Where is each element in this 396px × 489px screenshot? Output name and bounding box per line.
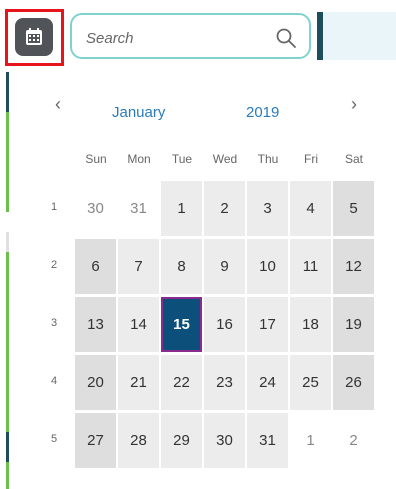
- prev-month-button[interactable]: ‹: [48, 94, 68, 124]
- weekday-header: Wed: [212, 152, 238, 166]
- week-number: 2: [50, 259, 58, 271]
- week-number: 1: [50, 201, 58, 213]
- strip-segment: [6, 212, 9, 232]
- calendar-day[interactable]: 31: [247, 413, 288, 468]
- left-color-strip: [0, 0, 10, 489]
- weekday-header: Fri: [304, 152, 318, 166]
- calendar-day[interactable]: 28: [118, 413, 159, 468]
- calendar-day[interactable]: 30: [204, 413, 245, 468]
- calendar-day-selected[interactable]: 15: [161, 297, 202, 352]
- calendar-day[interactable]: 14: [118, 297, 159, 352]
- strip-segment: [6, 72, 9, 112]
- calendar-day[interactable]: 2: [333, 413, 374, 468]
- calendar-day[interactable]: 10: [247, 239, 288, 294]
- calendar-day[interactable]: 2: [204, 181, 245, 236]
- calendar-day[interactable]: 27: [75, 413, 116, 468]
- calendar-button-highlight: [5, 9, 64, 66]
- month-selector[interactable]: January: [112, 104, 165, 134]
- calendar-day[interactable]: 24: [247, 355, 288, 410]
- calendar-day[interactable]: 3: [247, 181, 288, 236]
- calendar-day[interactable]: 29: [161, 413, 202, 468]
- calendar-day[interactable]: 1: [161, 181, 202, 236]
- strip-segment: [6, 432, 9, 462]
- calendar-day[interactable]: 12: [333, 239, 374, 294]
- week-number: 5: [50, 433, 58, 445]
- calendar-day[interactable]: 9: [204, 239, 245, 294]
- calendar-day[interactable]: 8: [161, 239, 202, 294]
- calendar-day[interactable]: 17: [247, 297, 288, 352]
- calendar-day[interactable]: 16: [204, 297, 245, 352]
- calendar-day[interactable]: 13: [75, 297, 116, 352]
- weekday-header: Sun: [85, 152, 107, 166]
- calendar-button[interactable]: [15, 18, 53, 56]
- calendar-day[interactable]: 20: [75, 355, 116, 410]
- strip-segment: [6, 252, 9, 322]
- strip-segment: [6, 112, 9, 212]
- calendar-day[interactable]: 26: [333, 355, 374, 410]
- search-input[interactable]: [84, 26, 268, 50]
- top-bar: [0, 0, 396, 72]
- calendar-day[interactable]: 7: [118, 239, 159, 294]
- week-number: 4: [50, 375, 58, 387]
- strip-segment: [6, 322, 9, 432]
- calendar-day[interactable]: 30: [75, 181, 116, 236]
- calendar-day[interactable]: 19: [333, 297, 374, 352]
- search-icon[interactable]: [275, 27, 297, 49]
- calendar-day[interactable]: 6: [75, 239, 116, 294]
- strip-segment: [6, 462, 9, 489]
- calendar-day[interactable]: 1: [290, 413, 331, 468]
- calendar-day[interactable]: 31: [118, 181, 159, 236]
- toolbar-right-panel: [323, 12, 396, 60]
- year-selector[interactable]: 2019: [246, 104, 279, 134]
- calendar-day[interactable]: 4: [290, 181, 331, 236]
- strip-segment: [6, 232, 9, 252]
- calendar-day[interactable]: 21: [118, 355, 159, 410]
- calendar-icon: [26, 28, 42, 45]
- weekday-header: Mon: [127, 152, 151, 166]
- calendar-day[interactable]: 25: [290, 355, 331, 410]
- calendar-day[interactable]: 5: [333, 181, 374, 236]
- calendar-day[interactable]: 23: [204, 355, 245, 410]
- calendar-day[interactable]: 11: [290, 239, 331, 294]
- search-box: [70, 13, 311, 59]
- weekday-header: Sat: [344, 152, 363, 166]
- weekday-header: Tue: [171, 152, 193, 166]
- next-month-button[interactable]: ›: [344, 94, 364, 124]
- week-number: 3: [50, 317, 58, 329]
- calendar-day[interactable]: 22: [161, 355, 202, 410]
- calendar-day[interactable]: 18: [290, 297, 331, 352]
- weekday-header: Thu: [257, 152, 279, 166]
